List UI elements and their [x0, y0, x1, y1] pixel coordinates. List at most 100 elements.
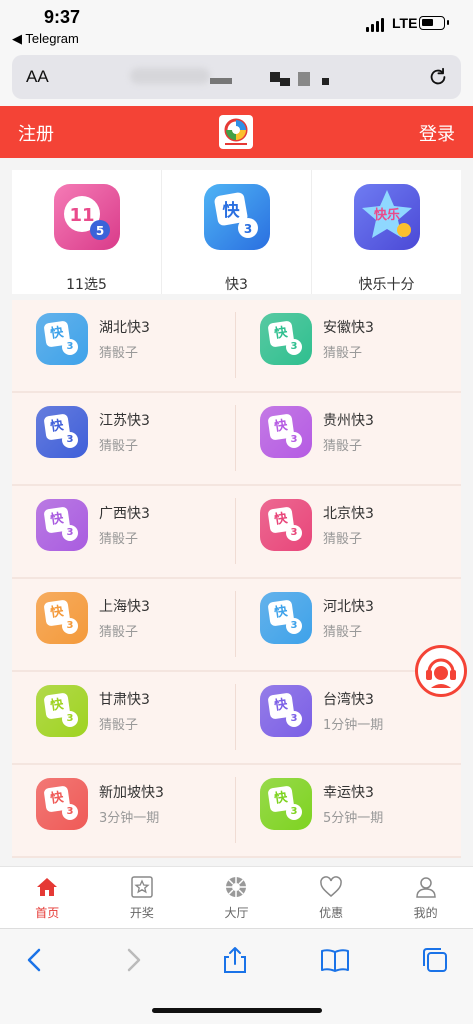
- customer-service-button[interactable]: [415, 645, 467, 697]
- game-row: 快 3 湖北快3 猜骰子 快 3 安徽快3 猜骰子: [12, 300, 461, 393]
- dice-3-badge: 3: [286, 711, 302, 727]
- tab-home[interactable]: 首页: [0, 867, 95, 928]
- forward-icon[interactable]: [118, 945, 148, 975]
- lobby-icon: [226, 877, 247, 897]
- address-bar[interactable]: AA: [12, 55, 461, 99]
- category-kuai3[interactable]: 快3 快3: [162, 170, 312, 294]
- share-icon[interactable]: [220, 945, 250, 975]
- game-list: 快 3 湖北快3 猜骰子快 3 安徽快3 猜骰子快 3 江苏快3 猜骰子快 3 贵州快3 猜骰子快 3 广西…: [12, 300, 461, 858]
- main-content: 11 5 11选5 快3 快3 快乐 快乐十分 快 3 湖北快3 猜骰子快 3 安徽快3 猜骰…: [12, 158, 461, 866]
- bookmarks-icon[interactable]: [320, 945, 350, 975]
- game-row: 快 3 上海快3 猜骰子快 3 河北快3 猜骰子: [12, 579, 461, 672]
- svg-text:11: 11: [69, 205, 94, 226]
- tab-profile[interactable]: 我的: [378, 867, 473, 928]
- tab-label: 我的: [413, 906, 438, 920]
- game-desc: 猜骰子: [99, 439, 139, 454]
- game-item[interactable]: 快 3 甘肃快3 猜骰子: [12, 672, 236, 763]
- status-bar: 9:37 ◀ Telegram LTE: [0, 0, 473, 52]
- game-item[interactable]: 快 3 北京快3 猜骰子: [236, 486, 460, 577]
- network-label: LTE: [392, 15, 418, 31]
- game-name: 台湾快3: [323, 692, 374, 708]
- game-name: 湖北快3: [99, 320, 150, 336]
- category-happy-ten[interactable]: 快乐 快乐十分: [312, 170, 461, 294]
- dice-3-badge: 3: [62, 804, 78, 820]
- dice-3-badge: 3: [286, 804, 302, 820]
- game-desc: 猜骰子: [323, 439, 363, 454]
- game-name: 贵州快3: [323, 413, 374, 429]
- game-desc: 猜骰子: [99, 625, 139, 640]
- game-desc: 猜骰子: [99, 532, 139, 547]
- draw-results-icon: [131, 876, 153, 898]
- happy-ten-icon: 快乐: [353, 184, 420, 250]
- redacted-url: [130, 64, 340, 90]
- heart-icon: [320, 876, 342, 897]
- game-name: 广西快3: [99, 506, 150, 522]
- game-item[interactable]: 快 3 安徽快3 猜骰子: [236, 300, 460, 391]
- tab-label: 大厅: [224, 906, 249, 920]
- tab-draw-results[interactable]: 开奖: [95, 867, 190, 928]
- game-item[interactable]: 快 3 广西快3 猜骰子: [12, 486, 236, 577]
- game-name: 上海快3: [99, 599, 150, 615]
- game-desc: 猜骰子: [99, 718, 139, 733]
- dice-3-badge: 3: [62, 432, 78, 448]
- game-item[interactable]: 快 3 新加坡快3 3分钟一期: [12, 765, 236, 856]
- category-label: 快3: [225, 277, 248, 293]
- game-desc: 猜骰子: [323, 532, 363, 547]
- dice-3-badge: 3: [62, 618, 78, 634]
- game-row: 快 3 广西快3 猜骰子快 3 北京快3 猜骰子: [12, 486, 461, 579]
- tab-lobby[interactable]: 大厅: [189, 867, 284, 928]
- svg-text:快: 快: [222, 200, 240, 221]
- reader-settings-button[interactable]: AA: [26, 67, 49, 87]
- dice-3-badge: 3: [286, 525, 302, 541]
- game-name: 甘肃快3: [99, 692, 150, 708]
- dice-3-badge: 3: [286, 339, 302, 355]
- lottery-11x5-icon: 11 5: [53, 184, 120, 250]
- category-label: 11选5: [66, 277, 107, 293]
- game-item[interactable]: 快 3 江苏快3 猜骰子: [12, 393, 236, 484]
- login-link[interactable]: 登录: [419, 120, 455, 146]
- game-kuai3-icon: 快3: [36, 778, 88, 830]
- dice-3-badge: 3: [62, 525, 78, 541]
- top-category-bar: 11 5 11选5 快3 快3 快乐 快乐十分: [12, 170, 461, 294]
- register-link[interactable]: 注册: [18, 120, 54, 146]
- tabs-icon[interactable]: [420, 945, 450, 975]
- dice-3-badge: 3: [62, 711, 78, 727]
- tab-promotions[interactable]: 优惠: [284, 867, 379, 928]
- back-icon[interactable]: [20, 945, 50, 975]
- game-name: 新加坡快3: [99, 785, 164, 801]
- game-desc: 猜骰子: [323, 625, 363, 640]
- category-label: 快乐十分: [358, 277, 415, 293]
- game-kuai3-icon: 快3: [260, 406, 312, 458]
- game-row: 快 3 新加坡快3 3分钟一期快 3 幸运快3 5分钟一期: [12, 765, 461, 858]
- game-item[interactable]: 快 3 上海快3 猜骰子: [12, 579, 236, 670]
- site-logo[interactable]: [219, 115, 253, 149]
- game-desc: 猜骰子: [99, 346, 139, 361]
- game-kuai3-icon: 快3: [260, 313, 312, 365]
- game-desc: 3分钟一期: [99, 811, 160, 826]
- clock: 9:37: [44, 7, 81, 27]
- game-item[interactable]: 快 3 湖北快3 猜骰子: [12, 300, 236, 391]
- home-icon: [37, 878, 58, 896]
- game-item[interactable]: 快 3 幸运快3 5分钟一期: [236, 765, 460, 856]
- game-kuai3-icon: 快3: [260, 778, 312, 830]
- battery-icon: [419, 16, 449, 30]
- app-header: 注册 登录: [0, 106, 473, 158]
- back-to-app-link[interactable]: ◀ Telegram: [12, 31, 79, 47]
- category-11x5[interactable]: 11 5 11选5: [12, 170, 162, 294]
- game-kuai3-icon: 快3: [36, 313, 88, 365]
- game-row: 快 3 江苏快3 猜骰子快 3 贵州快3 猜骰子: [12, 393, 461, 486]
- tab-label: 首页: [35, 906, 60, 920]
- tab-label: 优惠: [319, 906, 344, 920]
- home-indicator: [152, 1008, 322, 1013]
- game-item[interactable]: 快 3 贵州快3 猜骰子: [236, 393, 460, 484]
- game-desc: 5分钟一期: [323, 811, 384, 826]
- game-kuai3-icon: 快3: [260, 499, 312, 551]
- reload-icon[interactable]: [427, 66, 449, 88]
- svg-text:3: 3: [243, 222, 251, 236]
- svg-text:快乐: 快乐: [373, 207, 399, 223]
- game-name: 河北快3: [323, 599, 374, 615]
- svg-text:5: 5: [95, 224, 103, 238]
- dice-3-badge: 3: [286, 432, 302, 448]
- headset-icon: [420, 650, 462, 692]
- game-kuai3-icon: 快3: [260, 685, 312, 737]
